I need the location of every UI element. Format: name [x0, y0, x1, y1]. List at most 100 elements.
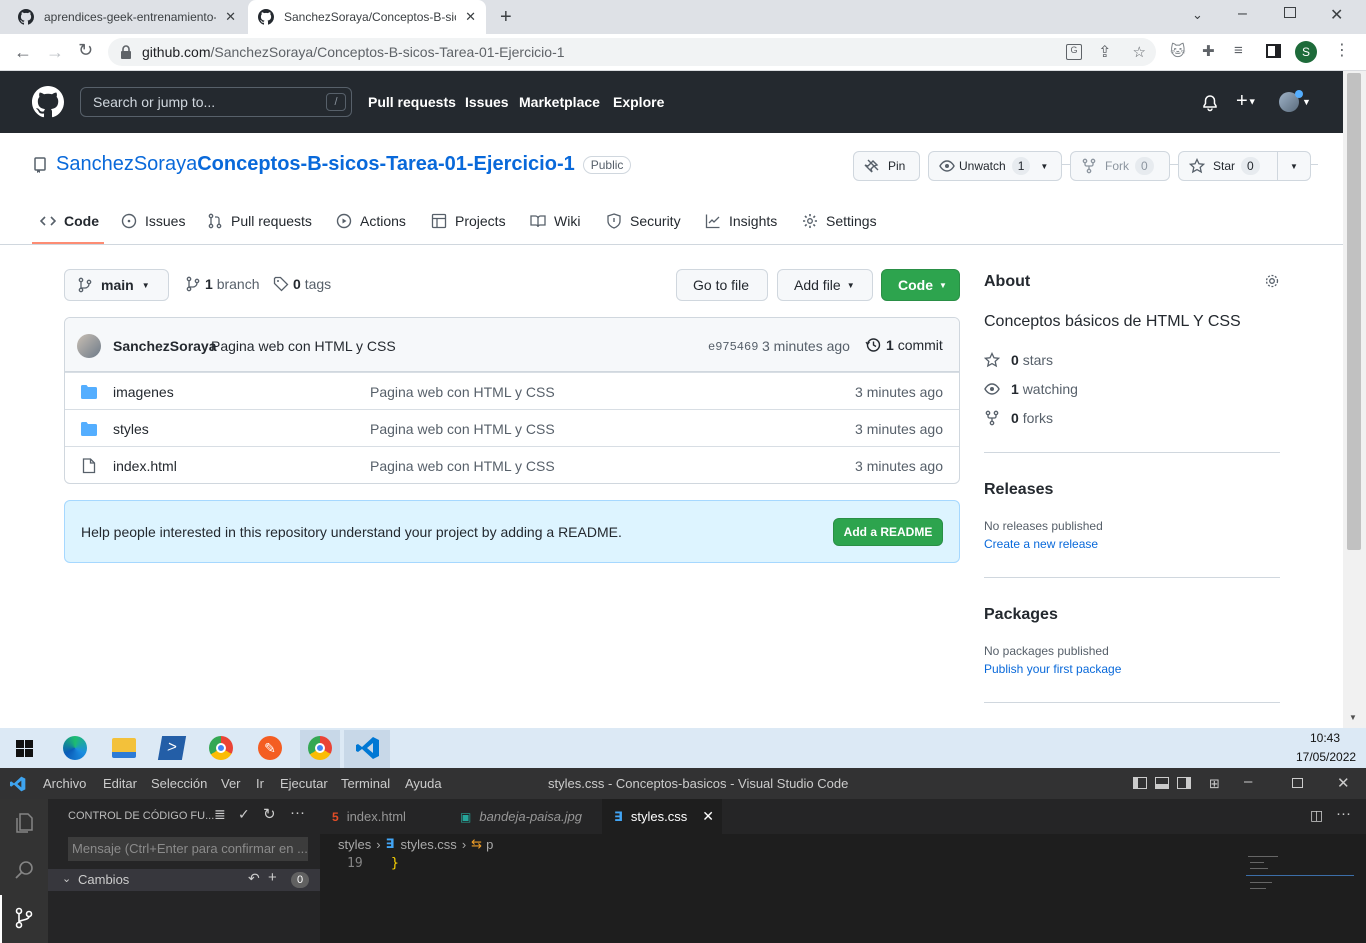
chrome-icon[interactable] — [209, 736, 233, 760]
menu-ejecutar[interactable]: Ejecutar — [280, 776, 328, 791]
tab-security[interactable]: Security — [606, 213, 681, 229]
vscode-restore-icon[interactable] — [1292, 778, 1303, 788]
file-commit-message[interactable]: Pagina web con HTML y CSS — [370, 421, 555, 437]
star-list-dropdown[interactable]: ▼ — [1277, 151, 1311, 181]
search-icon[interactable] — [12, 858, 36, 882]
commit-history-link[interactable]: 1 commit — [865, 337, 943, 353]
more-actions-icon[interactable]: ··· — [290, 804, 305, 821]
close-tab-icon[interactable]: ✕ — [702, 808, 714, 825]
forks-link[interactable]: 0 forks — [984, 410, 1053, 426]
file-name[interactable]: imagenes — [113, 384, 174, 400]
star-bookmark-icon[interactable]: ☆ — [1133, 43, 1146, 61]
releases-heading[interactable]: Releases — [984, 481, 1053, 499]
refresh-icon[interactable]: ↻ — [263, 805, 276, 823]
new-tab-icon[interactable]: + — [500, 6, 512, 29]
restore-icon[interactable] — [1284, 7, 1296, 18]
minimap[interactable] — [1246, 854, 1354, 894]
stage-all-icon[interactable]: + — [268, 869, 277, 886]
file-row[interactable]: imagenes Pagina web con HTML y CSS 3 min… — [65, 372, 959, 409]
file-row[interactable]: index.html Pagina web con HTML y CSS 3 m… — [65, 446, 959, 483]
menu-ver[interactable]: Ver — [221, 776, 241, 791]
commit-message[interactable]: Pagina web con HTML y CSS — [211, 338, 396, 354]
commit-message-input[interactable]: Mensaje (Ctrl+Enter para confirmar en ..… — [68, 837, 308, 861]
commit-author[interactable]: SanchezSoraya — [113, 338, 217, 354]
vscode-icon[interactable] — [356, 736, 380, 760]
add-file-button[interactable]: Add file ▼ — [777, 269, 873, 301]
publish-package-link[interactable]: Publish your first package — [984, 662, 1121, 676]
changes-section-header[interactable]: ⌄ Cambios ↶ + 0 — [48, 869, 320, 891]
customize-layout-icon[interactable]: ⊞ — [1209, 776, 1220, 792]
pin-button[interactable]: Pin — [853, 151, 920, 181]
editor-tab[interactable]: ▣ bandeja-paisa.jpg — [448, 799, 602, 834]
commit-check-icon[interactable]: ✓ — [238, 806, 250, 823]
clock-date[interactable]: 17/05/2022 — [1296, 750, 1356, 764]
gear-icon[interactable] — [1264, 273, 1280, 289]
vscode-minimize-icon[interactable]: – — [1244, 773, 1252, 790]
browser-tab-active[interactable]: SanchezSoraya/Conceptos-B-sicos ✕ — [248, 0, 486, 34]
view-as-tree-icon[interactable]: ≣ — [214, 806, 226, 823]
editor-tab-active[interactable]: ∃ styles.css ✕ — [602, 799, 722, 834]
file-row[interactable]: styles Pagina web con HTML y CSS 3 minut… — [65, 409, 959, 446]
breadcrumb-file[interactable]: styles.css — [400, 837, 456, 852]
toggle-panel-icon[interactable] — [1155, 777, 1169, 789]
file-commit-message[interactable]: Pagina web con HTML y CSS — [370, 458, 555, 474]
windows-start-icon[interactable] — [16, 740, 33, 757]
split-editor-icon[interactable]: ◫ — [1310, 807, 1323, 824]
tags-link[interactable]: 0 tags — [273, 276, 331, 292]
tab-search-icon[interactable]: ⌄ — [1192, 7, 1203, 23]
toggle-sidebar-icon[interactable] — [1133, 777, 1147, 789]
menu-seleccion[interactable]: Selección — [151, 776, 207, 791]
translate-icon[interactable]: G — [1066, 44, 1082, 60]
nav-pull-requests[interactable]: Pull requests — [368, 94, 456, 110]
close-tab-icon[interactable]: ✕ — [465, 9, 476, 25]
notifications-bell-icon[interactable] — [1202, 95, 1218, 112]
forward-icon[interactable]: → — [46, 42, 64, 63]
star-button[interactable]: Star 0 — [1178, 151, 1278, 181]
explorer-files-icon[interactable] — [12, 811, 36, 835]
vscode-close-icon[interactable]: ✕ — [1337, 774, 1350, 792]
tab-actions[interactable]: Actions — [336, 213, 406, 229]
add-readme-button[interactable]: Add a README — [833, 518, 943, 546]
tab-settings[interactable]: Settings — [802, 213, 877, 229]
share-icon[interactable]: ⇪ — [1098, 42, 1111, 62]
code-line[interactable]: } — [391, 856, 399, 871]
extensions-puzzle-icon[interactable]: ✚ — [1202, 42, 1215, 60]
editor-tab[interactable]: 5 index.html — [320, 799, 448, 834]
browser-tab[interactable]: aprendices-geek-entrenamiento- ✕ — [8, 0, 246, 34]
scrollbar-thumb[interactable] — [1347, 73, 1361, 550]
go-to-file-button[interactable]: Go to file — [676, 269, 768, 301]
nav-issues[interactable]: Issues — [465, 94, 509, 110]
scroll-down-icon[interactable]: ▼ — [1349, 713, 1357, 722]
tab-wiki[interactable]: Wiki — [530, 213, 580, 229]
nav-explore[interactable]: Explore — [613, 94, 664, 110]
unwatch-button[interactable]: Unwatch 1 ▼ — [928, 151, 1062, 181]
toggle-secondary-sidebar-icon[interactable] — [1177, 777, 1191, 789]
tab-insights[interactable]: Insights — [705, 213, 777, 229]
reading-list-icon[interactable]: ≡ — [1234, 42, 1243, 59]
author-avatar[interactable] — [77, 334, 101, 358]
tab-issues[interactable]: Issues — [121, 213, 185, 229]
menu-archivo[interactable]: Archivo — [43, 776, 86, 791]
github-logo-icon[interactable] — [32, 86, 64, 118]
watching-link[interactable]: 1 watching — [984, 381, 1078, 397]
editor-more-icon[interactable]: ··· — [1336, 805, 1351, 822]
menu-editar[interactable]: Editar — [103, 776, 137, 791]
reload-icon[interactable]: ↻ — [78, 40, 93, 61]
source-control-icon[interactable] — [12, 906, 36, 930]
close-tab-icon[interactable]: ✕ — [225, 9, 236, 25]
repo-owner-link[interactable]: SanchezSoraya — [56, 153, 197, 176]
menu-ir[interactable]: Ir — [256, 776, 264, 791]
packages-heading[interactable]: Packages — [984, 606, 1058, 624]
menu-ayuda[interactable]: Ayuda — [405, 776, 442, 791]
clock-time[interactable]: 10:43 — [1310, 731, 1340, 745]
create-new-icon[interactable]: +▼ — [1236, 90, 1257, 113]
search-input[interactable]: Search or jump to... / — [80, 87, 352, 117]
chrome-menu-icon[interactable]: ⋮ — [1334, 40, 1350, 60]
back-icon[interactable]: ← — [14, 42, 32, 63]
draw-app-icon[interactable]: ✎ — [258, 736, 282, 760]
menu-terminal[interactable]: Terminal — [341, 776, 390, 791]
fork-button[interactable]: Fork 0 — [1070, 151, 1170, 181]
create-release-link[interactable]: Create a new release — [984, 537, 1098, 551]
file-name[interactable]: styles — [113, 421, 149, 437]
url-field[interactable]: github.com/SanchezSoraya/Conceptos-B-sic… — [108, 38, 1156, 66]
